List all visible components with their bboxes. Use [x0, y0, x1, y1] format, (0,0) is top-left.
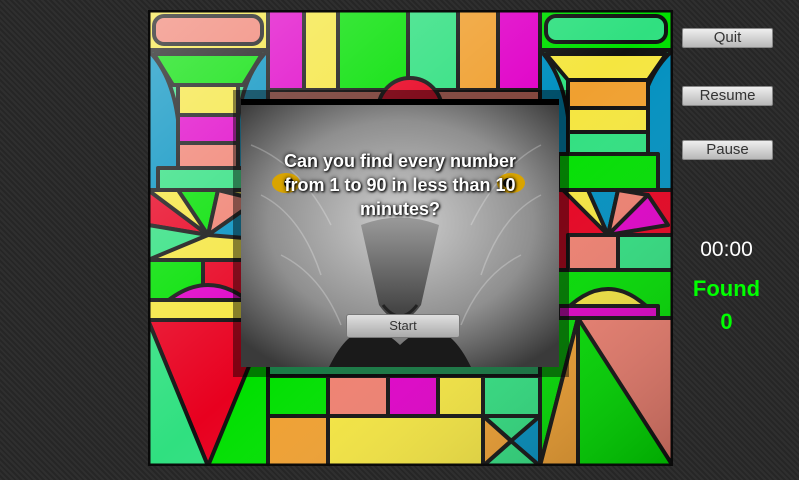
start-dialog: Can you find every number from 1 to 90 i…	[241, 99, 559, 367]
glass-piece[interactable]	[496, 10, 542, 92]
glass-piece[interactable]	[336, 10, 410, 92]
glass-piece[interactable]	[176, 83, 240, 117]
quit-button[interactable]: Quit	[682, 28, 773, 48]
glass-piece[interactable]	[556, 152, 660, 192]
timer: 00:00	[700, 238, 753, 261]
glass-piece[interactable]	[266, 10, 306, 92]
challenge-message: Can you find every number from 1 to 90 i…	[283, 151, 517, 219]
glass-piece[interactable]	[326, 374, 390, 418]
glass-piece[interactable]	[566, 106, 650, 134]
glass-piece[interactable]	[616, 233, 673, 272]
glass-piece[interactable]	[456, 10, 500, 92]
glass-piece[interactable]	[326, 414, 485, 466]
glass-piece[interactable]	[566, 78, 650, 110]
glass-piece[interactable]	[566, 130, 650, 156]
glass-piece[interactable]	[266, 374, 330, 418]
found-count: 0	[720, 309, 733, 334]
glass-piece[interactable]	[152, 52, 264, 87]
glass-piece[interactable]	[266, 414, 330, 466]
pause-button[interactable]: Pause	[682, 140, 773, 160]
glass-piece[interactable]	[152, 14, 264, 46]
glass-piece[interactable]	[302, 10, 340, 92]
glass-piece[interactable]	[481, 374, 542, 418]
glass-piece[interactable]	[176, 141, 240, 170]
glass-piece[interactable]	[436, 374, 485, 418]
glass-piece[interactable]	[386, 374, 440, 418]
glass-piece[interactable]	[566, 233, 620, 272]
start-button[interactable]: Start	[346, 314, 460, 338]
glass-piece[interactable]	[544, 52, 668, 82]
glass-piece[interactable]	[176, 113, 240, 145]
found-label: Found	[692, 276, 761, 301]
resume-button[interactable]: Resume	[682, 86, 773, 106]
glass-piece[interactable]	[544, 14, 668, 44]
